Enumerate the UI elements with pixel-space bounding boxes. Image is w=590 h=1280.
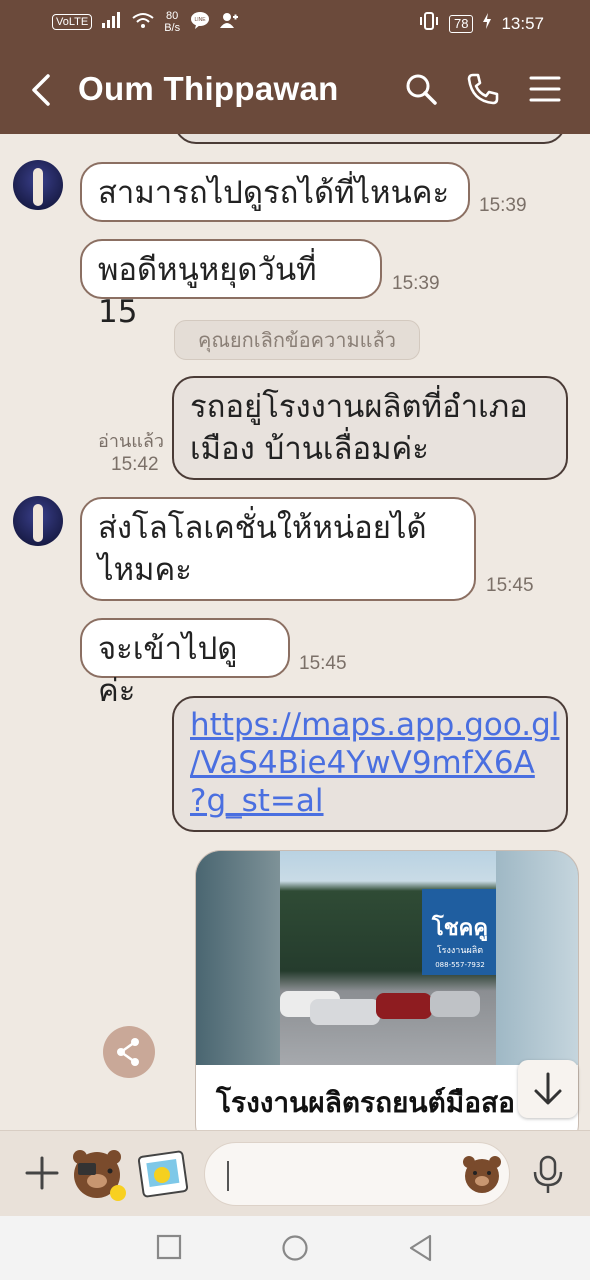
add-friend-icon xyxy=(220,12,239,32)
line-app-icon: LINE xyxy=(190,11,210,33)
charging-icon xyxy=(483,13,492,34)
photo-sticker-icon[interactable] xyxy=(137,1149,189,1203)
message-text-line1: รถอยู่โรงงานผลิตที่อำเภอ xyxy=(190,389,528,425)
system-notice: คุณยกเลิกข้อความแล้ว xyxy=(174,320,420,360)
preview-image: โชคคู โรงงานผลิต 088-557-7932 xyxy=(196,851,578,1065)
message-text: พอดีหนูหยุดวันที่ 15 xyxy=(98,252,317,330)
read-receipt: อ่านแล้ว xyxy=(98,431,164,452)
microphone-icon[interactable] xyxy=(532,1155,564,1199)
message-time: 15:42 xyxy=(111,454,159,475)
camera-bear-sticker-icon[interactable] xyxy=(70,1145,128,1207)
emoji-bear-icon[interactable] xyxy=(461,1153,503,1199)
message-bubble[interactable]: ส่งโลโลเคชั่นให้หน่อยได้ ไหมคะ xyxy=(80,497,476,601)
maps-link-line2[interactable]: /VaS4Bie4YwV9mfX6A xyxy=(190,745,535,781)
message-bubble[interactable]: สามารถไปดูรถได้ที่ไหนคะ xyxy=(80,162,470,222)
phone-icon[interactable] xyxy=(466,72,500,110)
sign-sub: โรงงานผลิต xyxy=(437,945,483,956)
car-image xyxy=(310,999,380,1025)
signal-icon xyxy=(102,12,122,32)
scroll-to-bottom-button[interactable] xyxy=(518,1060,578,1118)
plus-icon[interactable] xyxy=(24,1155,60,1195)
clock: 13:57 xyxy=(501,13,544,33)
back-nav-icon[interactable] xyxy=(408,1234,434,1266)
showroom-photo: โชคคู โรงงานผลิต 088-557-7932 xyxy=(280,851,496,1065)
message-time: 15:39 xyxy=(392,273,440,294)
maps-link-line3[interactable]: ?g_st=al xyxy=(190,783,324,819)
message-text: สามารถไปดูรถได้ที่ไหนคะ xyxy=(98,175,450,211)
avatar[interactable] xyxy=(13,160,63,210)
vibrate-icon xyxy=(419,12,439,35)
system-nav-bar xyxy=(0,1216,590,1280)
car-image xyxy=(376,993,432,1019)
car-image xyxy=(430,991,480,1017)
line-badge: LINE xyxy=(195,17,207,23)
chat-area[interactable]: สามารถไปดูรถได้ที่ไหนคะ 15:39 พอดีหนูหยุ… xyxy=(0,134,590,1130)
volte-badge: VoLTE xyxy=(52,14,93,30)
message-bubble[interactable]: พอดีหนูหยุดวันที่ 15 xyxy=(80,239,382,330)
avatar[interactable] xyxy=(13,496,63,546)
previous-message-bubble xyxy=(174,134,566,144)
wifi-icon xyxy=(132,12,154,32)
message-input[interactable] xyxy=(204,1142,510,1206)
recent-apps-icon[interactable] xyxy=(156,1234,182,1264)
chat-header: Oum Thippawan xyxy=(0,46,590,134)
back-icon[interactable] xyxy=(28,72,56,112)
contact-name: Oum Thippawan xyxy=(78,70,339,107)
net-speed-value: 80 xyxy=(166,10,179,22)
maps-link-line1[interactable]: https://maps.app.goo.gl xyxy=(190,707,559,743)
net-speed: 80 B/s xyxy=(164,10,180,34)
share-button[interactable] xyxy=(103,1026,155,1078)
message-text-line1: ส่งโลโลเคชั่นให้หน่อยได้ xyxy=(98,510,427,546)
message-time: 15:45 xyxy=(486,575,534,596)
home-icon[interactable] xyxy=(281,1234,309,1266)
net-speed-unit: B/s xyxy=(164,22,181,34)
message-time: 15:45 xyxy=(299,653,347,674)
status-bar: VoLTE 80 B/s LINE 78 13:57 xyxy=(0,0,590,46)
message-input-bar xyxy=(0,1130,590,1216)
message-bubble[interactable]: รถอยู่โรงงานผลิตที่อำเภอ เมือง บ้านเลื่อ… xyxy=(172,376,568,480)
sign-text: โชคคู xyxy=(431,914,488,942)
menu-icon[interactable] xyxy=(528,72,562,110)
search-icon[interactable] xyxy=(404,72,438,110)
showroom-sign: โชคคู โรงงานผลิต 088-557-7932 xyxy=(422,889,496,975)
message-time: 15:39 xyxy=(479,195,527,216)
message-text-line2: ไหมคะ xyxy=(98,552,192,588)
sign-phone: 088-557-7932 xyxy=(435,961,485,969)
battery-indicator: 78 xyxy=(448,14,474,33)
link-message-bubble[interactable]: https://maps.app.goo.gl /VaS4Bie4YwV9mfX… xyxy=(172,696,568,832)
message-bubble[interactable]: จะเข้าไปดูค่ะ xyxy=(80,618,290,709)
message-text-line2: เมือง บ้านเลื่อมค่ะ xyxy=(190,431,429,467)
preview-title: โรงงานผลิตรถยนต์มือสอ xyxy=(216,1086,515,1119)
